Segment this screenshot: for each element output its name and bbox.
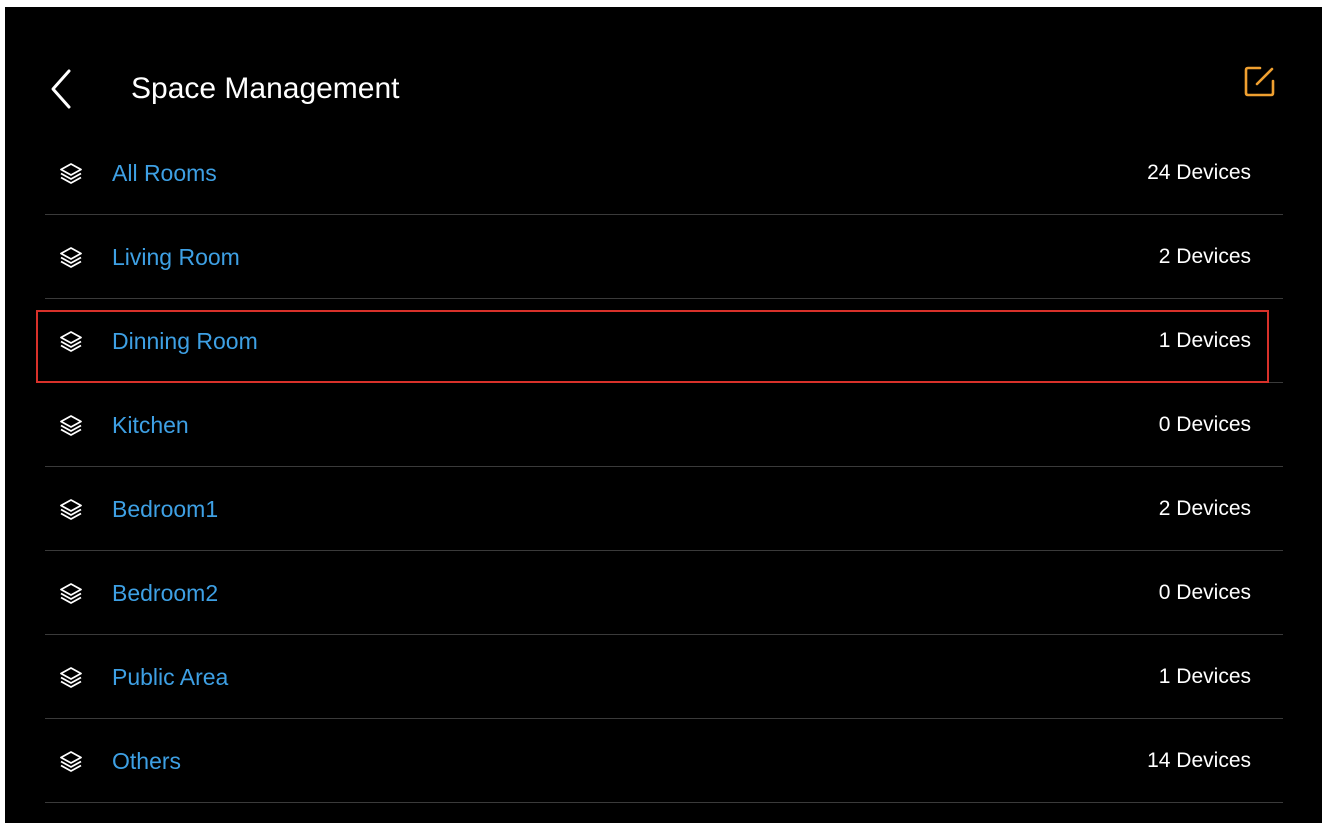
room-name: Kitchen xyxy=(112,412,189,438)
layers-icon xyxy=(60,499,82,520)
layers-icon xyxy=(60,247,82,268)
edit-square-icon xyxy=(1244,66,1275,97)
room-row-bedroom2[interactable]: Bedroom2 0 Devices xyxy=(45,551,1283,635)
room-row-others[interactable]: Others 14 Devices xyxy=(45,719,1283,803)
room-name: Bedroom2 xyxy=(112,580,219,606)
room-name: Public Area xyxy=(112,664,229,690)
room-row-public-area[interactable]: Public Area 1 Devices xyxy=(45,635,1283,719)
device-count: 2 Devices xyxy=(1158,497,1251,520)
page-title: Space Management xyxy=(131,72,400,105)
back-button[interactable] xyxy=(43,65,83,113)
room-name: Living Room xyxy=(112,244,240,270)
device-count: 0 Devices xyxy=(1158,413,1251,436)
device-count: 0 Devices xyxy=(1158,581,1251,604)
device-count: 1 Devices xyxy=(1158,329,1251,352)
room-list: All Rooms 24 Devices Living Room 2 Devic… xyxy=(45,131,1283,803)
room-name: All Rooms xyxy=(112,160,217,186)
screen: Space Management All Rooms 24 Devices Li… xyxy=(5,7,1322,823)
layers-icon xyxy=(60,751,82,772)
layers-icon xyxy=(60,415,82,436)
layers-icon xyxy=(60,667,82,688)
room-name: Bedroom1 xyxy=(112,496,219,522)
room-row-living-room[interactable]: Living Room 2 Devices xyxy=(45,215,1283,299)
room-row-all-rooms[interactable]: All Rooms 24 Devices xyxy=(45,131,1283,215)
layers-icon xyxy=(60,331,82,352)
room-name: Dinning Room xyxy=(112,328,258,354)
device-count: 2 Devices xyxy=(1158,245,1251,268)
room-row-dinning-room[interactable]: Dinning Room 1 Devices xyxy=(45,299,1283,383)
room-name: Others xyxy=(112,748,182,774)
header: Space Management xyxy=(5,7,1322,131)
room-row-kitchen[interactable]: Kitchen 0 Devices xyxy=(45,383,1283,467)
chevron-left-icon xyxy=(51,69,71,109)
device-count: 1 Devices xyxy=(1158,665,1251,688)
room-row-bedroom1[interactable]: Bedroom1 2 Devices xyxy=(45,467,1283,551)
layers-icon xyxy=(60,163,82,184)
edit-button[interactable] xyxy=(1238,59,1282,103)
device-count: 14 Devices xyxy=(1147,749,1251,772)
layers-icon xyxy=(60,583,82,604)
device-count: 24 Devices xyxy=(1147,161,1251,184)
